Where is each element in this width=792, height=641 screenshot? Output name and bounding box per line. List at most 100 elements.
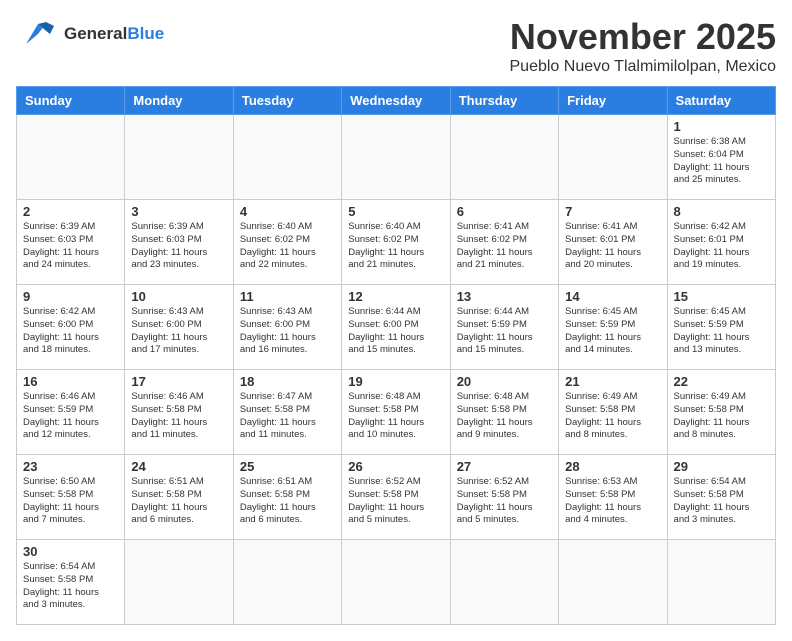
day-info: Sunrise: 6:51 AM Sunset: 5:58 PM Dayligh… — [131, 476, 226, 527]
logo-icon — [16, 16, 60, 52]
day-number: 24 — [131, 459, 226, 474]
calendar-cell — [450, 115, 558, 200]
calendar-cell: 28Sunrise: 6:53 AM Sunset: 5:58 PM Dayli… — [559, 455, 667, 540]
day-info: Sunrise: 6:49 AM Sunset: 5:58 PM Dayligh… — [565, 391, 660, 442]
day-number: 29 — [674, 459, 769, 474]
month-title: November 2025 — [510, 16, 777, 58]
calendar-cell: 7 Sunrise: 6:41 AM Sunset: 6:01 PM Daylig… — [559, 200, 667, 285]
day-info: Sunrise: 6:49 AM Sunset: 5:58 PM Dayligh… — [674, 391, 769, 442]
day-number: 6 — [457, 204, 552, 219]
day-of-week-header: Thursday — [450, 87, 558, 115]
day-number: 28 — [565, 459, 660, 474]
day-number: 26 — [348, 459, 443, 474]
day-info: Sunrise: 6:54 AM Sunset: 5:58 PM Dayligh… — [23, 561, 118, 612]
calendar-cell: 4 Sunrise: 6:40 AM Sunset: 6:02 PM Daylig… — [233, 200, 341, 285]
day-number: 11 — [240, 289, 335, 304]
calendar-cell: 20 Sunrise: 6:48 AM Sunset: 5:58 PM Dayli… — [450, 370, 558, 455]
day-number: 30 — [23, 544, 118, 559]
day-number: 25 — [240, 459, 335, 474]
day-number: 13 — [457, 289, 552, 304]
calendar-cell: 23Sunrise: 6:50 AM Sunset: 5:58 PM Dayli… — [17, 455, 125, 540]
day-number: 14 — [565, 289, 660, 304]
day-info: Sunrise: 6:48 AM Sunset: 5:58 PM Dayligh… — [457, 391, 552, 442]
day-info: Sunrise: 6:51 AM Sunset: 5:58 PM Dayligh… — [240, 476, 335, 527]
day-info: Sunrise: 6:54 AM Sunset: 5:58 PM Dayligh… — [674, 476, 769, 527]
calendar-cell: 13Sunrise: 6:44 AM Sunset: 5:59 PM Dayli… — [450, 285, 558, 370]
day-of-week-header: Monday — [125, 87, 233, 115]
day-info: Sunrise: 6:43 AM Sunset: 6:00 PM Dayligh… — [131, 306, 226, 357]
calendar-week-row: 23Sunrise: 6:50 AM Sunset: 5:58 PM Dayli… — [17, 455, 776, 540]
day-info: Sunrise: 6:41 AM Sunset: 6:02 PM Dayligh… — [457, 221, 552, 272]
day-info: Sunrise: 6:40 AM Sunset: 6:02 PM Dayligh… — [348, 221, 443, 272]
day-number: 17 — [131, 374, 226, 389]
calendar-cell: 9 Sunrise: 6:42 AM Sunset: 6:00 PM Daylig… — [17, 285, 125, 370]
day-info: Sunrise: 6:45 AM Sunset: 5:59 PM Dayligh… — [674, 306, 769, 357]
calendar-week-row: 9 Sunrise: 6:42 AM Sunset: 6:00 PM Daylig… — [17, 285, 776, 370]
calendar-cell: 15 Sunrise: 6:45 AM Sunset: 5:59 PM Dayli… — [667, 285, 775, 370]
calendar-cell — [233, 115, 341, 200]
day-info: Sunrise: 6:40 AM Sunset: 6:02 PM Dayligh… — [240, 221, 335, 272]
calendar-cell: 14Sunrise: 6:45 AM Sunset: 5:59 PM Dayli… — [559, 285, 667, 370]
day-number: 1 — [674, 119, 769, 134]
day-of-week-header: Tuesday — [233, 87, 341, 115]
day-number: 18 — [240, 374, 335, 389]
logo-text: GeneralBlue — [64, 25, 164, 44]
day-info: Sunrise: 6:38 AM Sunset: 6:04 PM Dayligh… — [674, 136, 769, 187]
day-number: 12 — [348, 289, 443, 304]
calendar-cell: 12Sunrise: 6:44 AM Sunset: 6:00 PM Dayli… — [342, 285, 450, 370]
calendar-cell: 2Sunrise: 6:39 AM Sunset: 6:03 PM Daylig… — [17, 200, 125, 285]
calendar-cell: 3 Sunrise: 6:39 AM Sunset: 6:03 PM Daylig… — [125, 200, 233, 285]
calendar-cell: 25 Sunrise: 6:51 AM Sunset: 5:58 PM Dayli… — [233, 455, 341, 540]
day-number: 22 — [674, 374, 769, 389]
day-of-week-header: Wednesday — [342, 87, 450, 115]
calendar-cell — [125, 115, 233, 200]
calendar-cell — [17, 115, 125, 200]
day-number: 20 — [457, 374, 552, 389]
calendar-cell: 24 Sunrise: 6:51 AM Sunset: 5:58 PM Dayli… — [125, 455, 233, 540]
page-header: GeneralBlue November 2025 Pueblo Nuevo T… — [16, 16, 776, 76]
calendar-week-row: 16Sunrise: 6:46 AM Sunset: 5:59 PM Dayli… — [17, 370, 776, 455]
day-header-row: SundayMondayTuesdayWednesdayThursdayFrid… — [17, 87, 776, 115]
day-of-week-header: Saturday — [667, 87, 775, 115]
day-number: 9 — [23, 289, 118, 304]
calendar-cell: 10 Sunrise: 6:43 AM Sunset: 6:00 PM Dayli… — [125, 285, 233, 370]
day-number: 4 — [240, 204, 335, 219]
calendar-cell: 19Sunrise: 6:48 AM Sunset: 5:58 PM Dayli… — [342, 370, 450, 455]
calendar-cell — [559, 115, 667, 200]
day-info: Sunrise: 6:46 AM Sunset: 5:59 PM Dayligh… — [23, 391, 118, 442]
calendar-table: SundayMondayTuesdayWednesdayThursdayFrid… — [16, 86, 776, 625]
day-number: 3 — [131, 204, 226, 219]
day-info: Sunrise: 6:42 AM Sunset: 6:01 PM Dayligh… — [674, 221, 769, 272]
calendar-cell: 22 Sunrise: 6:49 AM Sunset: 5:58 PM Dayli… — [667, 370, 775, 455]
calendar-cell: 11 Sunrise: 6:43 AM Sunset: 6:00 PM Dayli… — [233, 285, 341, 370]
day-number: 21 — [565, 374, 660, 389]
day-info: Sunrise: 6:39 AM Sunset: 6:03 PM Dayligh… — [131, 221, 226, 272]
day-info: Sunrise: 6:52 AM Sunset: 5:58 PM Dayligh… — [457, 476, 552, 527]
day-number: 8 — [674, 204, 769, 219]
day-info: Sunrise: 6:39 AM Sunset: 6:03 PM Dayligh… — [23, 221, 118, 272]
calendar-cell: 8 Sunrise: 6:42 AM Sunset: 6:01 PM Daylig… — [667, 200, 775, 285]
day-number: 10 — [131, 289, 226, 304]
calendar-body: 1 Sunrise: 6:38 AM Sunset: 6:04 PM Daylig… — [17, 115, 776, 625]
day-number: 7 — [565, 204, 660, 219]
day-number: 23 — [23, 459, 118, 474]
calendar-cell: 29 Sunrise: 6:54 AM Sunset: 5:58 PM Dayli… — [667, 455, 775, 540]
calendar-cell: 21 Sunrise: 6:49 AM Sunset: 5:58 PM Dayli… — [559, 370, 667, 455]
calendar-cell: 16Sunrise: 6:46 AM Sunset: 5:59 PM Dayli… — [17, 370, 125, 455]
calendar-cell: 17Sunrise: 6:46 AM Sunset: 5:58 PM Dayli… — [125, 370, 233, 455]
day-info: Sunrise: 6:41 AM Sunset: 6:01 PM Dayligh… — [565, 221, 660, 272]
day-info: Sunrise: 6:42 AM Sunset: 6:00 PM Dayligh… — [23, 306, 118, 357]
calendar-week-row: 1 Sunrise: 6:38 AM Sunset: 6:04 PM Daylig… — [17, 115, 776, 200]
calendar-week-row: 2Sunrise: 6:39 AM Sunset: 6:03 PM Daylig… — [17, 200, 776, 285]
day-info: Sunrise: 6:48 AM Sunset: 5:58 PM Dayligh… — [348, 391, 443, 442]
calendar-cell: 5Sunrise: 6:40 AM Sunset: 6:02 PM Daylig… — [342, 200, 450, 285]
day-number: 15 — [674, 289, 769, 304]
day-of-week-header: Sunday — [17, 87, 125, 115]
day-of-week-header: Friday — [559, 87, 667, 115]
logo: GeneralBlue — [16, 16, 164, 52]
day-info: Sunrise: 6:43 AM Sunset: 6:00 PM Dayligh… — [240, 306, 335, 357]
calendar-cell: 26Sunrise: 6:52 AM Sunset: 5:58 PM Dayli… — [342, 455, 450, 540]
calendar-cell — [342, 115, 450, 200]
location-subtitle: Pueblo Nuevo Tlalmimilolpan, Mexico — [510, 58, 777, 76]
calendar-cell: 18Sunrise: 6:47 AM Sunset: 5:58 PM Dayli… — [233, 370, 341, 455]
